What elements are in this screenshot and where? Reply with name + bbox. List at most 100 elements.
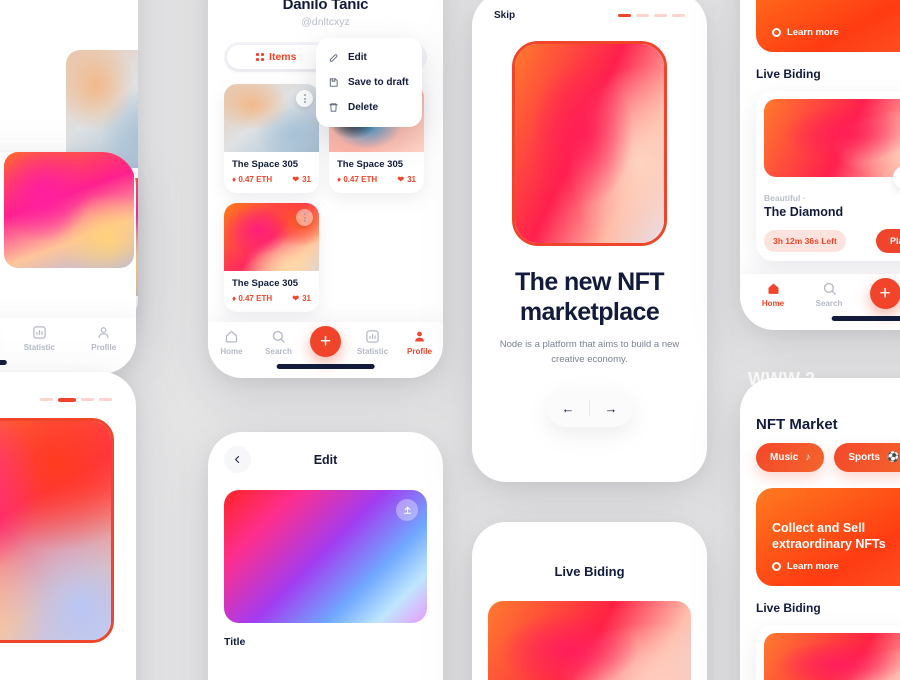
nft-likes[interactable]: ❤ 31 <box>292 294 311 303</box>
design-collage-canvas: Search + Statistic Profile <box>0 0 900 680</box>
market-screen-bottom: NFT Market Music ♪ Sports ⚽ 🎨 Collect an… <box>740 378 900 680</box>
card-menu-button[interactable] <box>296 90 313 107</box>
nft-price-value: 0.47 ETH <box>343 175 378 184</box>
card-menu-button[interactable] <box>296 209 313 226</box>
progress-dot[interactable] <box>81 398 94 401</box>
onboarding-screen: Skip The new NFT marketplace Node is a p… <box>472 0 707 482</box>
tab-label: Search <box>265 347 292 356</box>
nft-like-count: 31 <box>407 175 416 184</box>
bid-artwork <box>764 633 900 680</box>
bid-name-row: The Diamond ♦ 0.47 ETH <box>764 205 900 219</box>
bid-collection-label: Beautiful <box>764 193 801 203</box>
profile-name: Danilo Tanic <box>282 0 369 13</box>
tab-statistic[interactable]: Statistic <box>352 329 394 356</box>
nft-card-body: The Space 305 ♦ 0.47 ETH ❤ 31 <box>224 271 319 312</box>
bottom-tabbar-market[interactable]: Home Search + Statis <box>740 274 900 330</box>
category-chip-music[interactable]: Music ♪ <box>756 443 825 472</box>
page-title: Edit <box>313 452 338 467</box>
promo-banner[interactable]: Learn more <box>756 0 900 52</box>
music-note-icon: ♪ <box>805 452 811 463</box>
add-fab-button[interactable]: + <box>869 278 900 309</box>
nft-card[interactable]: The Space 305 ♦ 0.47 ETH ❤ 31 <box>224 203 319 312</box>
tab-items[interactable]: Items <box>227 45 326 69</box>
onboarding-header: Skip <box>472 0 707 21</box>
gradient-art <box>0 421 111 640</box>
nft-title: The Space 305 <box>232 278 299 289</box>
progress-dot[interactable] <box>99 398 112 401</box>
context-menu-label: Delete <box>348 102 379 113</box>
art-tile <box>66 50 138 168</box>
edit-artwork[interactable] <box>224 490 427 623</box>
nft-price: ♦ 0.47 ETH <box>337 175 378 184</box>
prev-button[interactable]: ← <box>547 401 589 416</box>
trash-icon <box>329 103 338 112</box>
gradient-art <box>515 44 664 243</box>
progress-dot[interactable] <box>654 14 667 17</box>
tab-statistic[interactable]: Statistic <box>18 325 60 352</box>
bid-card-actions[interactable]: ❤ <box>893 166 900 189</box>
edit-screen: Edit Title <box>208 432 443 680</box>
bottom-tabbar-profile[interactable]: Home Search + Statistic Profile <box>208 322 443 378</box>
add-fab-button[interactable]: + <box>310 326 341 357</box>
market-screen-top: Learn more Live Biding ❤ Beautiful · The… <box>740 0 900 330</box>
nft-card-body: The Space 305 ♦ 0.47 ETH ❤ 31 <box>329 152 424 193</box>
tab-home[interactable]: Home <box>211 329 253 356</box>
category-label: Sports <box>848 452 881 463</box>
art-tile <box>4 152 134 268</box>
progress-dot[interactable] <box>40 398 53 401</box>
radio-icon <box>772 562 781 571</box>
next-button[interactable]: → <box>590 401 632 416</box>
tab-label: Search <box>815 299 843 308</box>
context-menu-item-delete[interactable]: Delete <box>316 95 422 120</box>
bid-artwork: ❤ <box>764 99 900 189</box>
live-biding-screen: Live Biding <box>472 522 707 680</box>
context-menu-item-save-to-draft[interactable]: Save to draft <box>316 70 422 95</box>
home-indicator <box>831 316 900 321</box>
tab-home[interactable]: Home <box>752 281 794 308</box>
progress-dot[interactable] <box>636 14 649 17</box>
share-icon[interactable] <box>893 166 900 189</box>
home-indicator <box>0 360 7 365</box>
tab-search[interactable]: Search <box>258 329 300 356</box>
nft-likes[interactable]: ❤ 31 <box>292 175 311 184</box>
place-a-bid-button[interactable]: Place a bid <box>875 229 900 253</box>
bid-card[interactable] <box>756 625 900 680</box>
collage-phone-left-tabbar: Search + Statistic Profile <box>0 152 136 374</box>
nft-card[interactable]: The Space 305 ♦ 0.47 ETH ❤ 31 <box>224 84 319 193</box>
promo-learn-more-link[interactable]: Learn more <box>772 561 900 572</box>
save-icon <box>329 78 338 87</box>
card-context-menu[interactable]: Edit Save to draft Delete <box>316 38 422 127</box>
search-icon <box>272 330 285 343</box>
tab-add[interactable]: + <box>864 278 900 309</box>
skip-button[interactable]: Skip <box>494 10 515 21</box>
section-title-live-biding: Live Biding <box>756 67 821 81</box>
tab-profile[interactable]: Profile <box>399 329 441 356</box>
bid-card[interactable]: ❤ Beautiful · The Diamond ♦ 0.47 ETH 3h … <box>756 91 900 261</box>
progress-dot-active[interactable] <box>58 398 76 402</box>
home-indicator <box>276 364 375 369</box>
profile-handle: @dnltcxyz <box>301 16 350 28</box>
chart-icon <box>33 326 46 339</box>
nft-meta: ♦ 0.47 ETH ❤ 31 <box>232 294 311 303</box>
nft-price: ♦ 0.47 ETH <box>232 175 273 184</box>
upload-icon[interactable] <box>396 499 418 521</box>
progress-dot-active[interactable] <box>618 14 631 17</box>
context-menu-item-edit[interactable]: Edit <box>316 45 422 70</box>
promo-banner[interactable]: Collect and Sell extraordinary NFTs Lear… <box>756 488 900 586</box>
tab-add[interactable]: + <box>305 326 347 357</box>
context-menu-label: Save to draft <box>348 77 409 88</box>
promo-learn-more-link[interactable]: Learn more <box>772 27 900 38</box>
promo-link-label: Learn more <box>787 27 839 38</box>
category-chip-row[interactable]: Music ♪ Sports ⚽ 🎨 <box>740 443 900 472</box>
progress-dot[interactable] <box>672 14 685 17</box>
bottom-tabbar-left[interactable]: Search + Statistic Profile <box>0 318 136 374</box>
tab-search[interactable]: Search <box>808 281 850 308</box>
onboarding-progress-dots <box>618 14 685 17</box>
tab-profile[interactable]: Profile <box>83 325 125 352</box>
nft-title: The Space 305 <box>232 159 299 170</box>
onboarding-subtext: Node is a platform that aims to build a … <box>499 339 680 366</box>
nft-likes[interactable]: ❤ 31 <box>397 175 416 184</box>
onboarding-nav[interactable]: ← → <box>546 389 633 428</box>
tab-label: Profile <box>407 347 432 356</box>
category-chip-sports[interactable]: Sports ⚽ <box>834 443 900 472</box>
